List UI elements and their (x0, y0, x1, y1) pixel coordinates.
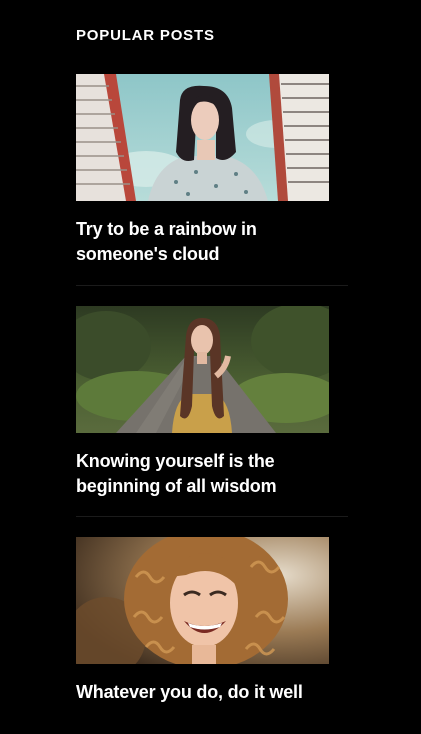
woman-between-buildings-photo (76, 74, 329, 201)
woman-on-forest-road-photo (76, 306, 329, 433)
laughing-curly-haired-woman-photo (76, 537, 329, 664)
popular-posts-widget: POPULAR POSTS Try to be a rainbow in som… (76, 26, 348, 702)
post-title-link[interactable]: Whatever you do, do it well (76, 680, 348, 705)
post-thumbnail[interactable] (76, 306, 329, 433)
post-thumbnail[interactable] (76, 537, 329, 664)
post-title-link[interactable]: Knowing yourself is the beginning of all… (76, 449, 348, 499)
post-divider (76, 285, 348, 286)
widget-title: POPULAR POSTS (76, 27, 215, 44)
post-item[interactable]: Try to be a rainbow in someone's cloud (76, 74, 348, 267)
post-thumbnail[interactable] (76, 74, 329, 201)
post-title-link[interactable]: Try to be a rainbow in someone's cloud (76, 217, 348, 267)
post-divider (76, 516, 348, 517)
post-item[interactable]: Whatever you do, do it well (76, 537, 348, 705)
post-item[interactable]: Knowing yourself is the beginning of all… (76, 306, 348, 499)
